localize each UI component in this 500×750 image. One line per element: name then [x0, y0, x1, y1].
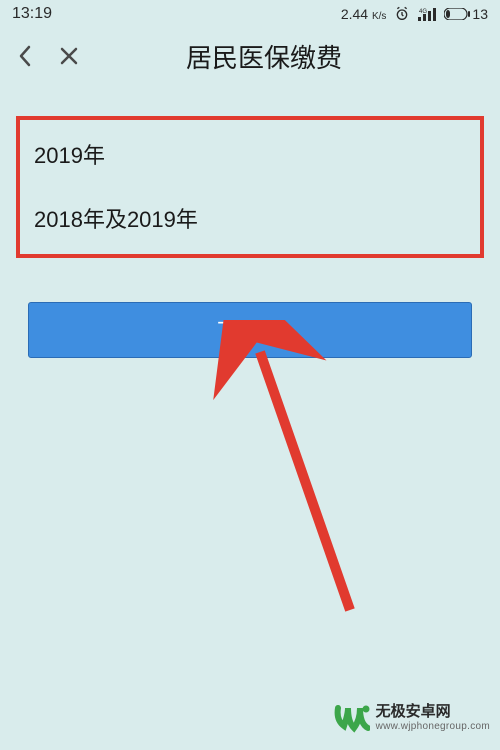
net-speed: 2.44 K/s — [341, 6, 387, 22]
watermark-logo-icon — [334, 700, 370, 736]
net-speed-unit: K/s — [372, 11, 386, 22]
back-button[interactable] — [10, 41, 40, 71]
title-bar: 居民医保缴费 — [0, 28, 500, 84]
battery-indicator: 13 — [444, 6, 488, 22]
year-options-highlight: 2019年 2018年及2019年 — [16, 116, 484, 258]
option-2018-2019[interactable]: 2018年及2019年 — [20, 184, 480, 248]
status-right: 2.44 K/s 4G 13 — [341, 6, 488, 22]
next-button-label: 下一步 — [217, 314, 283, 346]
page-title: 居民医保缴费 — [38, 38, 490, 75]
watermark: 无极安卓网 www.wjphonegroup.com — [334, 700, 490, 736]
net-speed-value: 2.44 — [341, 6, 368, 22]
watermark-url: www.wjphonegroup.com — [376, 721, 490, 732]
svg-text:4G: 4G — [419, 9, 427, 15]
signal-icon: 4G — [418, 7, 436, 21]
status-time: 13:19 — [12, 5, 52, 23]
annotation-arrow-icon — [120, 320, 370, 620]
status-bar: 13:19 2.44 K/s 4G 13 — [0, 0, 500, 28]
next-button[interactable]: 下一步 — [28, 302, 472, 358]
battery-percent: 13 — [472, 6, 488, 22]
battery-icon — [444, 8, 470, 20]
watermark-name: 无极安卓网 — [376, 704, 490, 721]
alarm-icon — [394, 6, 410, 22]
option-2019[interactable]: 2019年 — [20, 120, 480, 184]
